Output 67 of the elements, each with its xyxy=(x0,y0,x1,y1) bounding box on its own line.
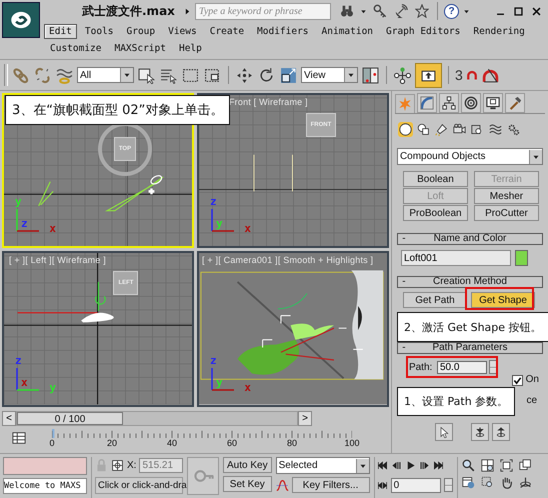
snap-toggle-label[interactable]: 3 xyxy=(455,67,463,83)
frame-field[interactable]: 0 xyxy=(390,478,441,492)
tick-label: 20 xyxy=(107,438,117,449)
instruction-tooltip: 1、设置 Path 参数。 xyxy=(397,387,516,416)
object-type-button[interactable]: ProBoolean xyxy=(402,205,468,221)
rollout-title[interactable]: Path Parameters xyxy=(410,343,542,353)
object-type-button[interactable]: Boolean xyxy=(402,171,468,187)
next-frame-button[interactable]: > xyxy=(298,410,312,426)
tick-label: 60 xyxy=(227,438,237,449)
creation-method-button[interactable]: Get Shape xyxy=(470,292,535,308)
menu-item[interactable]: Animation xyxy=(316,24,378,38)
axis-label: z xyxy=(210,354,217,366)
menu-item[interactable]: Tools xyxy=(80,24,118,38)
coordinate-system-dropdown[interactable]: View xyxy=(301,67,358,83)
axis-label: z xyxy=(15,354,22,366)
path-field[interactable]: 50.0 xyxy=(436,360,487,374)
axis-label: z xyxy=(210,196,217,208)
time-slider-thumb[interactable]: 0 / 100 xyxy=(17,412,123,425)
axis-label: z xyxy=(21,218,28,230)
menu-item[interactable]: Modifiers xyxy=(252,24,314,38)
object-type-button[interactable]: ProCutter xyxy=(474,205,539,221)
menu-item[interactable]: Group xyxy=(122,24,160,38)
menu-item[interactable]: Create xyxy=(204,24,250,38)
menu-item[interactable]: Help xyxy=(174,41,207,56)
axis-label: x xyxy=(21,376,28,388)
axis-label: x xyxy=(244,223,251,234)
axis-label: y xyxy=(216,376,223,388)
axis-label: y xyxy=(15,196,22,208)
key-set-dropdown[interactable]: Selected xyxy=(276,457,370,474)
creation-method-button[interactable]: Get Path xyxy=(402,292,467,308)
menu-item[interactable]: Graph Editors xyxy=(381,24,466,38)
object-type-button[interactable]: Mesher xyxy=(474,188,539,204)
selection-filter-dropdown[interactable]: All xyxy=(77,67,134,83)
help-button[interactable]: ? xyxy=(444,4,459,18)
instruction-tooltip: 2、激活 Get Shape 按钮。 xyxy=(397,312,548,342)
rollout-toggle[interactable]: - xyxy=(398,234,410,244)
window-title: 武士渡文件.max xyxy=(82,2,176,20)
tick-label: 100 xyxy=(344,438,360,449)
tick-label: 80 xyxy=(287,438,297,449)
axis-label: x xyxy=(49,223,56,234)
name-field[interactable]: Loft001 xyxy=(400,250,511,266)
menu-item[interactable]: MAXScript xyxy=(109,41,171,56)
tick-label: 40 xyxy=(167,438,177,449)
option-label: ce xyxy=(526,395,537,408)
instruction-tooltip: 3、在“旗帜截面型 02”对象上单击。 xyxy=(5,95,230,125)
menu-item[interactable]: Views xyxy=(163,24,202,38)
rollout-title[interactable]: Creation Method xyxy=(410,277,542,287)
axis-label: x xyxy=(244,382,251,393)
menu-item[interactable]: Rendering xyxy=(468,24,530,38)
key-filters-button[interactable]: Key Filters... xyxy=(292,477,370,493)
axis-label: y xyxy=(49,382,56,393)
menu-item[interactable]: Edit xyxy=(44,24,77,38)
tick-label: 0 xyxy=(50,438,54,449)
search-field[interactable]: Type a keyword or phrase xyxy=(195,2,331,20)
set-key-button[interactable]: Set Key xyxy=(223,476,272,492)
auto-key-button[interactable]: Auto Key xyxy=(223,457,272,473)
checkbox-label: On xyxy=(526,375,539,385)
axis-label: y xyxy=(216,218,223,230)
welcome-field[interactable]: Welcome to MAXS xyxy=(3,478,87,494)
x-label: X: xyxy=(127,460,136,471)
rollout-title[interactable]: Name and Color xyxy=(410,234,542,244)
rollout-toggle[interactable]: - xyxy=(398,343,410,353)
menu-item[interactable]: Customize xyxy=(45,41,106,56)
previous-frame-button[interactable]: < xyxy=(2,410,16,426)
category-dropdown[interactable]: Compound Objects xyxy=(396,148,543,165)
path-label: Path: xyxy=(408,362,434,372)
rollout-toggle[interactable]: - xyxy=(398,277,410,287)
